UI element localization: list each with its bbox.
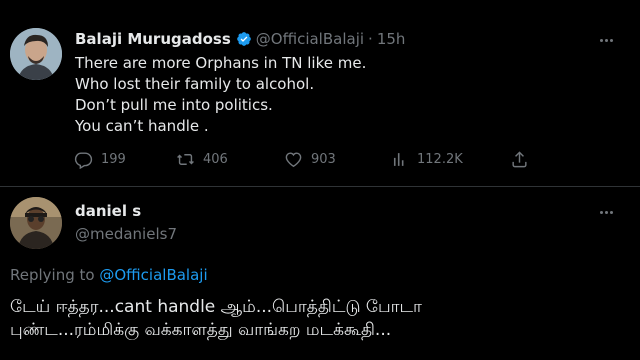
avatar[interactable] (10, 28, 62, 80)
author-handle[interactable]: @OfficialBalaji (256, 30, 364, 48)
tweet-line: Don’t pull me into politics. (75, 96, 273, 114)
tweet-text: There are more Orphans in TN like me. Wh… (75, 53, 366, 137)
reply-text: டேய் ஈத்தர...cant handle ஆம்...பொத்திட்ட… (10, 296, 422, 342)
retweet-icon (177, 154, 194, 165)
like-count: 903 (311, 152, 336, 167)
replying-to: Replying to @OfficialBalaji (10, 266, 208, 284)
author-name[interactable]: daniel s (75, 202, 141, 220)
reply-handle-line: @medaniels7 (75, 225, 177, 243)
more-options-icon[interactable] (596, 202, 616, 222)
views-button[interactable]: 112.2K (390, 150, 463, 169)
reply-button[interactable]: 199 (74, 150, 126, 169)
reply-line: புண்ட...ரம்மிக்கு வக்காளத்து வாங்கற மடக்… (10, 320, 392, 340)
tweet-line: There are more Orphans in TN like me. (75, 54, 367, 72)
reply-header: daniel s (75, 202, 141, 220)
retweet-count: 406 (203, 152, 228, 167)
views-count: 112.2K (417, 152, 463, 167)
avatar[interactable] (10, 197, 62, 249)
reply-line: டேய் ஈத்தர...cant handle ஆம்...பொத்திட்ட… (10, 297, 422, 317)
reply-icon (74, 152, 93, 169)
share-button[interactable] (510, 150, 529, 169)
more-options-icon[interactable] (596, 30, 616, 50)
share-icon (512, 151, 527, 168)
like-button[interactable]: 903 (284, 150, 336, 169)
author-name[interactable]: Balaji Murugadoss (75, 30, 231, 48)
views-icon (393, 153, 404, 166)
tweet-line: You can’t handle . (75, 117, 209, 135)
reply-count: 199 (101, 152, 126, 167)
like-icon (285, 152, 302, 168)
main-tweet[interactable]: Balaji Murugadoss @OfficialBalaji · 15h … (0, 0, 640, 187)
replying-to-label: Replying to (10, 266, 95, 284)
retweet-button[interactable]: 406 (176, 150, 228, 169)
separator-dot: · (368, 30, 373, 48)
verified-badge-icon (236, 31, 252, 47)
replying-to-mention[interactable]: @OfficialBalaji (99, 266, 207, 284)
author-handle[interactable]: @medaniels7 (75, 225, 177, 243)
tweet-header: Balaji Murugadoss @OfficialBalaji · 15h (75, 30, 405, 48)
action-bar: 199 406 903 112.2K (74, 150, 534, 174)
tweet-line: Who lost their family to alcohol. (75, 75, 315, 93)
timestamp[interactable]: 15h (377, 30, 406, 48)
